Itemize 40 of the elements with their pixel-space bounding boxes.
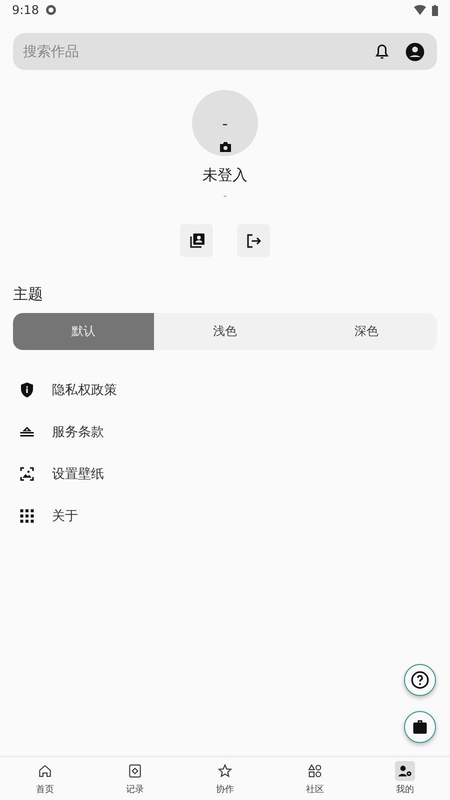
theme-option[interactable]: 深色 [296,313,437,350]
nav-tab[interactable]: 记录 [90,757,180,800]
briefcase-button[interactable] [404,711,436,743]
battery-icon [432,4,438,16]
home-icon [37,763,53,779]
image-frame-icon [18,464,36,482]
theme-option[interactable]: 浅色 [154,313,296,350]
account-icon[interactable] [405,42,425,62]
menu-item[interactable]: 服务条款 [52,422,104,440]
menu-item[interactable]: 关于 [52,506,78,524]
help-button[interactable] [404,664,436,696]
camera-icon [220,142,231,152]
grid-icon [18,506,36,524]
search-field[interactable]: 搜索作品 [21,42,359,60]
shapes-icon [307,763,323,779]
status-time: 9:18 [12,3,39,17]
logout-icon [244,232,262,250]
help-icon [410,670,430,690]
bell-icon[interactable] [373,42,391,60]
star-icon [217,763,233,779]
logout-button[interactable] [237,224,270,257]
theme-option[interactable]: 默认 [13,313,154,350]
wifi-icon [414,5,426,15]
contacts-icon [188,232,206,250]
avatar[interactable]: - [192,90,258,156]
section-title: 主题 [13,285,44,304]
briefcase-icon [411,718,429,736]
shield-info-icon [18,380,36,398]
menu-item[interactable]: 隐私权政策 [52,380,117,398]
search-bar[interactable]: 搜索作品 [13,33,437,70]
nav-tab[interactable]: 协作 [180,757,270,800]
user-gear-icon [397,763,413,779]
menu-item[interactable]: 设置壁纸 [52,464,104,482]
note-icon [127,763,143,779]
user-name: 未登入 [202,166,248,185]
contacts-button[interactable] [180,224,213,257]
nav-tab[interactable]: 社区 [270,757,360,800]
user-subtitle: - [223,191,227,202]
nav-tab[interactable]: 首页 [0,757,90,800]
nav-tab[interactable]: 我的 [360,757,450,800]
